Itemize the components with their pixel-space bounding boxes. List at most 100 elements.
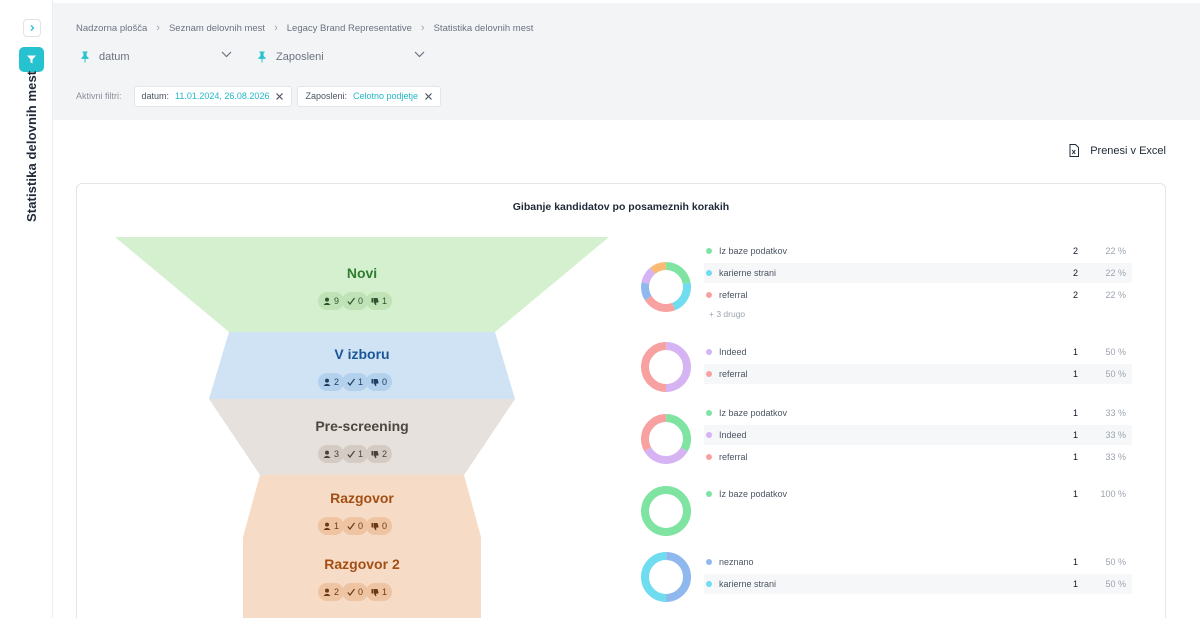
employee-select[interactable]: Zaposleni: [257, 48, 425, 66]
stage-count-value: 2: [382, 449, 388, 459]
source-percent: 100 %: [1100, 489, 1126, 499]
candidates-icon: [323, 588, 331, 596]
source-name: karierne strani: [719, 268, 777, 278]
chevron-right-icon: [30, 25, 35, 31]
source-donut: [641, 552, 691, 602]
source-donut: [641, 486, 691, 536]
source-percent: 22 %: [1105, 268, 1126, 278]
download-excel-label: Prenesi v Excel: [1090, 144, 1166, 157]
header: Nadzorna plošča › Seznam delovnih mest ›…: [53, 0, 1200, 120]
check-icon: [347, 297, 355, 305]
stage-count-value: 1: [382, 296, 388, 306]
breadcrumb-item-dashboard[interactable]: Nadzorna plošča: [76, 23, 147, 34]
funnel-stage-name: Razgovor 2: [324, 556, 400, 572]
source-row: referral 1 50 %: [704, 364, 1132, 384]
filter-chip-employee: Zaposleni: Celotno podjetje: [297, 85, 442, 107]
legend-dot: [706, 581, 712, 587]
source-percent: 22 %: [1105, 246, 1126, 256]
check-icon: [347, 588, 355, 596]
source-row: referral 1 33 %: [704, 447, 1132, 467]
breadcrumb-separator-icon: ›: [274, 22, 278, 34]
stage-count-badge: 1: [342, 445, 369, 463]
employee-select-label: Zaposleni: [276, 51, 324, 63]
funnel-stage-shape: [115, 237, 609, 332]
main-content: Prenesi v Excel Gibanje kandidatov po po…: [53, 120, 1200, 618]
stage-count-value: 0: [358, 521, 364, 531]
source-percent: 22 %: [1105, 290, 1126, 300]
filter-chip-key: Zaposleni:: [305, 91, 347, 101]
header-top-strip: [53, 0, 1200, 3]
funnel-stage-badges: 1 0 0: [318, 517, 393, 535]
filter-chip-value: Celotno podjetje: [352, 91, 419, 101]
legend-dot: [706, 559, 712, 565]
stage-count-badge: 0: [366, 373, 393, 391]
stage-count-value: 0: [358, 587, 364, 597]
candidates-icon: [323, 522, 331, 530]
stage-count-value: 2: [334, 377, 340, 387]
candidates-icon: [323, 297, 331, 305]
source-row: Iz baze podatkov 1 100 %: [704, 484, 1132, 504]
funnel-stage-name: Razgovor: [330, 490, 394, 506]
stage-count-value: 9: [334, 296, 340, 306]
filter-chip-value: 11.01.2024, 26.08.2026: [175, 91, 270, 101]
thumbs-down-icon: [371, 297, 379, 305]
funnel-stage-badges: 9 0 1: [318, 292, 393, 310]
legend-dot: [706, 248, 712, 254]
active-filters: Aktivni filtri: datum: 11.01.2024, 26.08…: [76, 85, 442, 107]
sidebar-title: Statistika delovnih mest: [24, 70, 39, 222]
close-icon[interactable]: [424, 92, 433, 101]
breadcrumb-item-job-list[interactable]: Seznam delovnih mest: [169, 23, 265, 34]
source-name: Indeed: [719, 430, 747, 440]
stage-count-value: 2: [334, 587, 340, 597]
source-count: 1: [1072, 347, 1078, 357]
stage-count-value: 1: [334, 521, 340, 531]
check-icon: [347, 522, 355, 530]
legend-dot: [706, 270, 712, 276]
source-count: 1: [1072, 489, 1078, 499]
stage-count-badge: 1: [366, 292, 393, 310]
source-name: Iz baze podatkov: [719, 408, 788, 418]
stage-count-badge: 2: [318, 583, 345, 601]
legend-dot: [706, 410, 712, 416]
source-count: 2: [1072, 268, 1078, 278]
funnel-stage-shape: [209, 399, 515, 475]
legend-dot: [706, 371, 712, 377]
funnel-stage-name: Novi: [346, 265, 378, 281]
stage-count-badge: 1: [342, 373, 369, 391]
breadcrumb-item-current: Statistika delovnih mest: [433, 22, 534, 34]
left-rail: Statistika delovnih mest: [0, 0, 53, 618]
check-icon: [347, 450, 355, 458]
funnel-stage-badges: 2 0 1: [318, 583, 393, 601]
legend-dot: [706, 432, 712, 438]
expand-sidebar-button[interactable]: [23, 19, 41, 37]
active-filters-label: Aktivni filtri:: [76, 91, 122, 101]
filter-button[interactable]: [19, 47, 44, 72]
funnel-stage-name: Pre-screening: [315, 418, 409, 434]
source-name: referral: [719, 290, 748, 300]
donut-segment: [641, 486, 691, 536]
stage-count-value: 0: [358, 296, 364, 306]
thumbs-down-icon: [371, 378, 379, 386]
source-row: Indeed 1 50 %: [704, 342, 1132, 362]
pin-icon: [258, 51, 266, 63]
source-count: 1: [1072, 579, 1078, 589]
source-row: karierne strani 1 50 %: [704, 574, 1132, 594]
breadcrumb-item-job[interactable]: Legacy Brand Representative: [287, 23, 412, 34]
stage-count-value: 3: [334, 449, 340, 459]
stage-count-badge: 3: [318, 445, 345, 463]
more-sources-link[interactable]: + 3 drugo: [709, 309, 745, 319]
source-name: Indeed: [719, 347, 747, 357]
stage-count-badge: 2: [318, 373, 345, 391]
close-icon[interactable]: [275, 92, 284, 101]
legend-dot: [706, 454, 712, 460]
breadcrumb-separator-icon: ›: [156, 22, 160, 34]
source-count: 1: [1072, 369, 1078, 379]
source-count: 1: [1072, 557, 1078, 567]
chevron-down-icon: [221, 51, 232, 58]
download-excel-button[interactable]: Prenesi v Excel: [1069, 144, 1166, 157]
stage-count-badge: 0: [342, 292, 369, 310]
source-percent: 33 %: [1105, 430, 1126, 440]
filter-icon: [27, 55, 36, 64]
breadcrumb-separator-icon: ›: [420, 22, 425, 34]
date-select[interactable]: datum: [80, 48, 232, 66]
